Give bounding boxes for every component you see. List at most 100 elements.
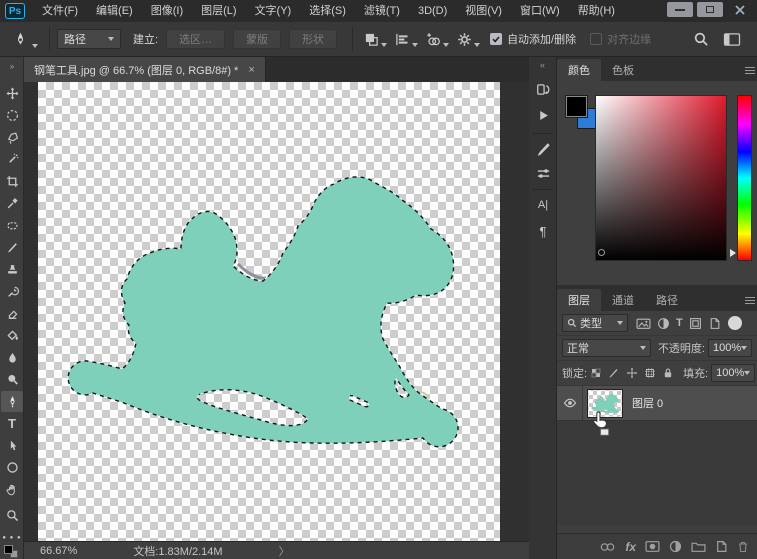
lock-transparency-icon[interactable]	[590, 367, 602, 379]
filter-adjustment-layers-icon[interactable]	[657, 317, 670, 330]
brush-settings-panel-icon[interactable]	[533, 139, 553, 159]
auto-add-delete-option[interactable]: 自动添加/删除	[490, 31, 576, 47]
align-edges-checkbox[interactable]	[590, 33, 602, 45]
menu-edit[interactable]: 编辑(E)	[87, 0, 142, 22]
panel-menu-icon[interactable]	[745, 295, 755, 306]
path-operations-button[interactable]	[364, 32, 387, 47]
photoshop-logo[interactable]: Ps	[5, 3, 25, 19]
path-arrangement-button[interactable]	[426, 32, 449, 47]
pen-options-gear[interactable]	[457, 32, 480, 47]
paragraph-panel-icon[interactable]: ¶	[533, 221, 553, 241]
blend-mode-select[interactable]: 正常	[562, 339, 651, 357]
dock-collapse-icon[interactable]: «	[529, 57, 556, 70]
pen-tool[interactable]	[1, 391, 23, 412]
filter-type-layers-icon[interactable]: T	[676, 317, 683, 329]
new-layer-icon[interactable]	[715, 540, 728, 553]
lock-all-icon[interactable]	[662, 367, 674, 379]
type-tool[interactable]: T	[1, 413, 23, 434]
menu-window[interactable]: 窗口(W)	[511, 0, 569, 22]
path-selection-tool[interactable]	[1, 435, 23, 456]
history-panel-icon[interactable]	[533, 79, 553, 99]
layer-name[interactable]: 图层 0	[632, 395, 663, 411]
fill-select[interactable]: 100%	[711, 364, 755, 382]
tool-mode-select[interactable]: 路径	[57, 29, 121, 49]
menu-type[interactable]: 文字(Y)	[246, 0, 301, 22]
hue-slider-strip[interactable]	[737, 95, 752, 261]
make-shape-button[interactable]: 形状	[289, 29, 337, 49]
maximize-button[interactable]	[697, 2, 723, 17]
menu-filter[interactable]: 滤镜(T)	[355, 0, 409, 22]
quick-selection-tool[interactable]	[1, 149, 23, 170]
new-group-icon[interactable]	[691, 540, 706, 553]
tab-paths[interactable]: 路径	[645, 289, 689, 311]
menu-help[interactable]: 帮助(H)	[569, 0, 624, 22]
lock-image-icon[interactable]	[608, 367, 620, 379]
character-panel-icon[interactable]: A|	[533, 195, 553, 215]
zoom-level-field[interactable]: 66.67%	[40, 545, 77, 557]
make-selection-button[interactable]: 选区…	[166, 29, 225, 49]
panel-menu-icon[interactable]	[745, 65, 755, 76]
eyedropper-tool[interactable]	[1, 193, 23, 214]
transparent-canvas[interactable]	[38, 82, 500, 541]
clone-stamp-tool[interactable]	[1, 259, 23, 280]
foreground-color-swatch[interactable]	[566, 96, 587, 117]
menu-3d[interactable]: 3D(D)	[409, 0, 456, 22]
move-tool[interactable]	[1, 83, 23, 104]
workspace-icon[interactable]	[723, 32, 741, 47]
menu-file[interactable]: 文件(F)	[33, 0, 87, 22]
color-picker-cursor[interactable]	[598, 249, 605, 256]
crop-tool[interactable]	[1, 171, 23, 192]
adjustment-layer-icon[interactable]	[669, 540, 682, 553]
menu-image[interactable]: 图像(I)	[142, 0, 192, 22]
marquee-tool[interactable]	[1, 105, 23, 126]
zoom-tool[interactable]	[1, 505, 23, 526]
actions-panel-icon[interactable]	[533, 105, 553, 125]
tab-layers[interactable]: 图层	[557, 289, 601, 311]
rocking-horse-image-with-selection[interactable]	[62, 172, 462, 452]
brush-tool[interactable]	[1, 237, 23, 258]
toolbar-expand-icon[interactable]: »	[0, 57, 23, 71]
path-alignment-button[interactable]	[395, 32, 418, 47]
pen-tool-preset[interactable]	[12, 31, 38, 48]
tab-channels[interactable]: 通道	[601, 289, 645, 311]
close-button[interactable]	[727, 2, 753, 17]
hue-slider-handle[interactable]	[730, 249, 736, 257]
lasso-tool[interactable]	[1, 127, 23, 148]
foreground-color-swatch[interactable]	[4, 545, 13, 554]
filter-pixel-layers-icon[interactable]	[636, 317, 651, 330]
delete-layer-icon[interactable]	[737, 540, 749, 553]
spot-healing-tool[interactable]	[1, 215, 23, 236]
dodge-tool[interactable]	[1, 369, 23, 390]
history-brush-tool[interactable]	[1, 281, 23, 302]
layer-row-selected[interactable]: 图层 0	[557, 386, 757, 421]
filter-smart-objects-icon[interactable]	[708, 317, 721, 330]
tab-swatches[interactable]: 色板	[601, 59, 645, 81]
layer-style-icon[interactable]: fx	[625, 540, 636, 554]
tab-close-icon[interactable]: ×	[248, 64, 254, 76]
blur-tool[interactable]	[1, 347, 23, 368]
search-icon[interactable]	[693, 31, 709, 47]
brush-presets-panel-icon[interactable]	[533, 163, 553, 183]
lock-artboard-icon[interactable]	[644, 367, 656, 379]
lock-position-icon[interactable]	[626, 367, 638, 379]
menu-view[interactable]: 视图(V)	[456, 0, 511, 22]
paint-bucket-tool[interactable]	[1, 325, 23, 346]
menu-select[interactable]: 选择(S)	[300, 0, 355, 22]
filter-type-select[interactable]: 类型	[562, 314, 628, 332]
auto-add-delete-checkbox[interactable]	[490, 33, 502, 45]
menu-layer[interactable]: 图层(L)	[192, 0, 245, 22]
minimize-button[interactable]	[667, 2, 693, 17]
canvas-pasteboard[interactable]	[24, 82, 529, 541]
filter-shape-layers-icon[interactable]	[689, 317, 702, 330]
tab-color[interactable]: 颜色	[557, 59, 601, 81]
saturation-brightness-field[interactable]	[595, 95, 727, 261]
layer-visibility-toggle[interactable]	[557, 386, 583, 420]
filter-toggle-icon[interactable]	[728, 316, 742, 330]
layer-mask-icon[interactable]	[645, 540, 660, 553]
ellipse-shape-tool[interactable]	[1, 457, 23, 478]
hand-tool[interactable]	[1, 479, 23, 500]
document-tab[interactable]: 钢笔工具.jpg @ 66.7% (图层 0, RGB/8#) * ×	[24, 57, 266, 82]
align-edges-option[interactable]: 对齐边缘	[590, 31, 651, 47]
link-layers-icon[interactable]	[599, 541, 616, 553]
make-mask-button[interactable]: 蒙版	[233, 29, 281, 49]
